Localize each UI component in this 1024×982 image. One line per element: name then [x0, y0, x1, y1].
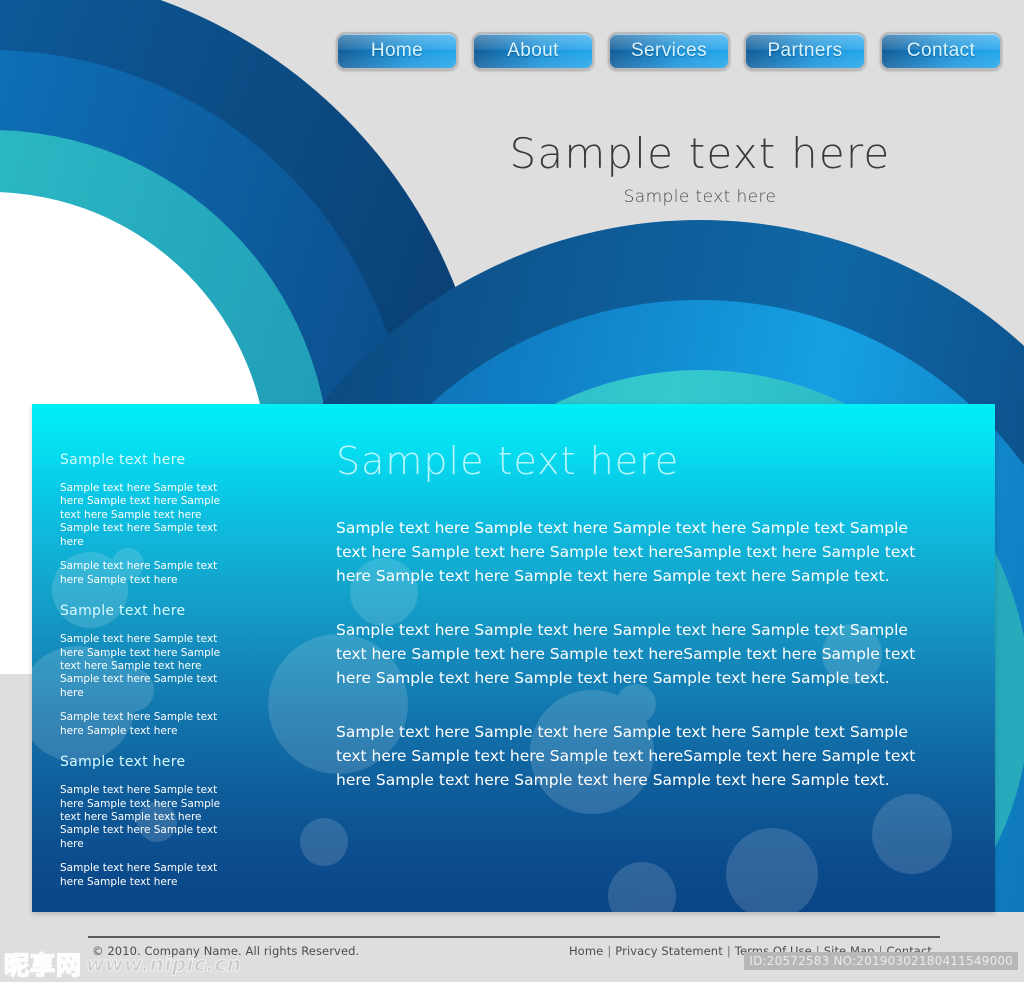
footer-link-contact[interactable]: Contact — [887, 944, 932, 958]
nav-item-label: Contact — [906, 40, 976, 61]
nav-item-about[interactable]: About — [472, 32, 594, 70]
nav-item-label: Services — [630, 40, 708, 61]
hero-subtitle: Sample text here — [623, 186, 777, 207]
nav-item-services[interactable]: Services — [608, 32, 730, 70]
panel-main-column: Sample text here Sample text here Sample… — [300, 404, 995, 912]
sidebar-section-heading: Sample text here — [60, 603, 186, 620]
sidebar-section-paragraph: Sample text here Sample text here Sample… — [60, 711, 218, 737]
footer-links: Home | Privacy Statement | Terms Of Use … — [569, 944, 932, 958]
hero-header: Sample text here Sample text here — [420, 129, 980, 207]
sidebar-section: Sample text here Sample text here Sample… — [60, 754, 300, 889]
footer-divider — [88, 936, 940, 938]
sidebar-section-paragraph: Sample text here Sample text here Sample… — [60, 560, 218, 586]
sidebar-section-paragraph: Sample text here Sample text here Sample… — [60, 784, 221, 850]
hero-title: Sample text here — [509, 129, 891, 178]
nav-item-label: Home — [370, 40, 424, 61]
footer-link-site-map[interactable]: Site Map — [824, 944, 875, 958]
copyright-text: © 2010. Company Name. All rights Reserve… — [92, 944, 360, 958]
footer-link-separator: | — [878, 944, 883, 958]
main-navigation: Home About Services Partners Contact — [0, 30, 1024, 72]
sidebar-section-paragraph: Sample text here Sample text here Sample… — [60, 482, 221, 548]
footer-link-home[interactable]: Home — [569, 944, 603, 958]
footer-link-terms-of-use[interactable]: Terms Of Use — [735, 944, 812, 958]
content-panel: Sample text here Sample text here Sample… — [32, 404, 995, 912]
footer-link-separator: | — [726, 944, 731, 958]
nav-item-contact[interactable]: Contact — [880, 32, 1002, 70]
panel-paragraph: Sample text here Sample text here Sample… — [336, 518, 916, 585]
panel-sidebar: Sample text here Sample text here Sample… — [32, 404, 300, 912]
panel-title: Sample text here — [336, 439, 680, 483]
footer-link-separator: | — [607, 944, 612, 958]
sidebar-section-heading: Sample text here — [60, 754, 186, 771]
sidebar-section-paragraph: Sample text here Sample text here Sample… — [60, 862, 218, 888]
page-footer: © 2010. Company Name. All rights Reserve… — [0, 944, 1024, 968]
nav-item-label: Partners — [767, 40, 843, 61]
footer-link-separator: | — [815, 944, 820, 958]
sidebar-section: Sample text here Sample text here Sample… — [60, 452, 300, 587]
panel-paragraph: Sample text here Sample text here Sample… — [336, 620, 916, 687]
footer-link-privacy-statement[interactable]: Privacy Statement — [615, 944, 723, 958]
nav-item-label: About — [507, 40, 559, 61]
page-root: Home About Services Partners Contact Sam… — [0, 0, 1024, 982]
nav-item-partners[interactable]: Partners — [744, 32, 866, 70]
panel-paragraph: Sample text here Sample text here Sample… — [336, 722, 916, 790]
nav-item-home[interactable]: Home — [336, 32, 458, 70]
sidebar-section-heading: Sample text here — [60, 452, 186, 468]
sidebar-section: Sample text here Sample text here Sample… — [60, 603, 300, 738]
sidebar-section-paragraph: Sample text here Sample text here Sample… — [60, 633, 221, 699]
